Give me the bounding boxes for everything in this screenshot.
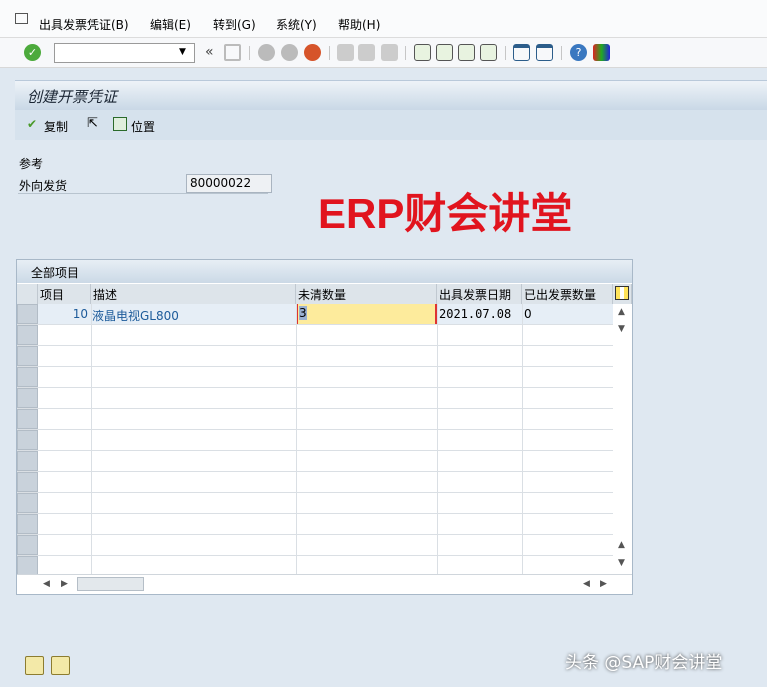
find-next-icon[interactable] [381, 44, 398, 61]
first-page-icon[interactable] [414, 44, 431, 61]
table-row[interactable] [17, 325, 613, 346]
enter-icon[interactable]: ✓ [24, 44, 41, 61]
menu-edit[interactable]: 编辑(E) [150, 16, 191, 33]
row-selector[interactable] [17, 304, 38, 324]
column-header-open-qty[interactable]: 未清数量 [296, 284, 437, 304]
expand-button[interactable] [25, 656, 44, 675]
table-row[interactable] [17, 472, 613, 493]
table-row[interactable]: 10 液晶电视GL800 3 2021.07.08 0 [17, 304, 613, 325]
select-cursor-icon[interactable]: ⇱ [87, 116, 98, 131]
layout-icon[interactable] [593, 44, 610, 61]
table-row[interactable] [17, 346, 613, 367]
menu-system[interactable]: 系统(Y) [276, 16, 317, 33]
position-button[interactable]: 位置 [131, 118, 155, 135]
application-toolbar: ✔ 复制 ⇱ 位置 [15, 110, 767, 140]
scroll-down-icon[interactable]: ▼ [618, 324, 625, 334]
scroll-up-icon[interactable]: ▲ [618, 307, 625, 317]
section-label: 参考 [19, 157, 44, 171]
row-selector[interactable] [17, 388, 38, 408]
shortcut-icon[interactable] [536, 44, 553, 61]
previous-page-icon[interactable] [436, 44, 453, 61]
row-selector[interactable] [17, 451, 38, 471]
scroll-thumb[interactable] [77, 577, 144, 591]
row-selector[interactable] [17, 535, 38, 555]
cell-description: 液晶电视GL800 [92, 309, 179, 323]
menu-help[interactable]: 帮助(H) [338, 16, 380, 33]
select-all-cell[interactable] [17, 284, 38, 304]
collapse-icon[interactable]: « [205, 44, 214, 60]
column-header-billing-date[interactable]: 出具发票日期 [437, 284, 522, 304]
check-icon: ✔ [27, 117, 38, 131]
vertical-scrollbar[interactable]: ▲ ▼ ▲ ▼ [613, 304, 632, 574]
table-row[interactable] [17, 493, 613, 514]
scroll-up-icon[interactable]: ▲ [618, 540, 625, 550]
row-selector[interactable] [17, 514, 38, 534]
row-selector[interactable] [17, 367, 38, 387]
items-table: 全部项目 项目 描述 未清数量 出具发票日期 已出发票数量 10 液晶电视GL8… [16, 259, 633, 595]
last-page-icon[interactable] [480, 44, 497, 61]
row-selector[interactable] [17, 346, 38, 366]
page-title: 创建开票凭证 [27, 88, 118, 106]
row-selector[interactable] [17, 325, 38, 345]
cell-billed-qty: 0 [524, 307, 532, 321]
watermark: ERP财会讲堂 [318, 190, 573, 237]
find-icon[interactable] [358, 44, 375, 61]
chevron-down-icon[interactable]: ▼ [179, 47, 186, 57]
table-row[interactable] [17, 451, 613, 472]
table-row[interactable] [17, 535, 613, 556]
scroll-down-icon[interactable]: ▼ [618, 558, 625, 568]
back-icon[interactable] [258, 44, 275, 61]
row-selector[interactable] [17, 430, 38, 450]
row-selector[interactable] [17, 472, 38, 492]
menu-goto[interactable]: 转到(G) [213, 16, 256, 33]
row-selector[interactable] [17, 409, 38, 429]
open-qty-input[interactable]: 3 [296, 304, 437, 324]
cell-billing-date: 2021.07.08 [439, 307, 512, 321]
outbound-delivery-field[interactable]: 80000022 [186, 174, 272, 193]
exit-icon[interactable] [281, 44, 298, 61]
scroll-left-icon[interactable]: ◀ [583, 579, 590, 589]
title-bar: 创建开票凭证 [15, 80, 767, 110]
column-header-billed-qty[interactable]: 已出发票数量 [522, 284, 613, 304]
menu-bar: 出具发票凭证(B) 编辑(E) 转到(G) 系统(Y) 帮助(H) [0, 0, 767, 38]
standard-toolbar: ✓ ▼ « ? [0, 38, 767, 68]
table-title: 全部项目 [17, 260, 632, 283]
new-session-icon[interactable] [513, 44, 530, 61]
cell-item: 10 [72, 307, 88, 321]
print-icon[interactable] [337, 44, 354, 61]
table-row[interactable] [17, 409, 613, 430]
scroll-right-icon[interactable]: ▶ [600, 579, 607, 589]
horizontal-scrollbar[interactable]: ◀ ▶ ◀ ▶ [17, 574, 632, 594]
footer-credit: 头条 @SAP财会讲堂 [565, 653, 723, 673]
save-icon[interactable] [224, 44, 241, 61]
position-icon [113, 117, 127, 131]
row-selector[interactable] [17, 556, 38, 576]
command-field[interactable] [54, 43, 195, 63]
help-icon[interactable]: ? [570, 44, 587, 61]
copy-button[interactable]: 复制 [44, 118, 68, 135]
row-selector[interactable] [17, 493, 38, 513]
outbound-delivery-label: 外向发货 [19, 179, 68, 193]
cancel-icon[interactable] [304, 44, 321, 61]
menu-icon[interactable] [15, 13, 28, 24]
table-settings-icon[interactable] [613, 284, 632, 304]
next-page-icon[interactable] [458, 44, 475, 61]
column-header-item[interactable]: 项目 [38, 284, 91, 304]
column-header-description[interactable]: 描述 [91, 284, 296, 304]
table-row[interactable] [17, 430, 613, 451]
menu-billing[interactable]: 出具发票凭证(B) [39, 16, 129, 33]
collapse-button[interactable] [51, 656, 70, 675]
table-row[interactable] [17, 367, 613, 388]
table-row[interactable] [17, 514, 613, 535]
scroll-left-icon[interactable]: ◀ [43, 579, 50, 589]
table-row[interactable] [17, 388, 613, 409]
scroll-right-icon[interactable]: ▶ [61, 579, 68, 589]
